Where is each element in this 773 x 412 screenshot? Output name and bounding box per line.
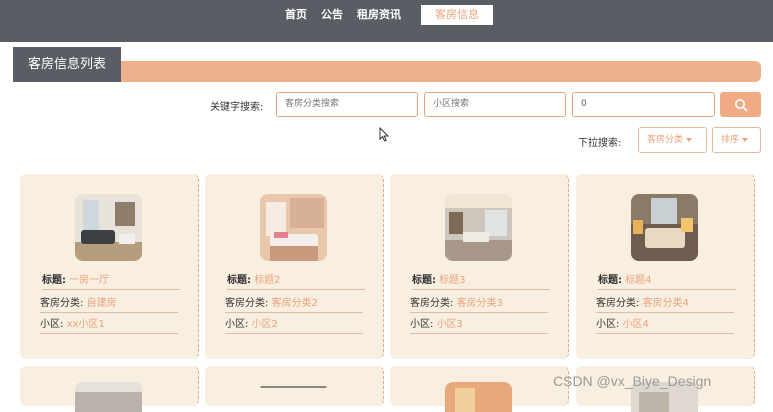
- card-category-line: 客房分类: 客房分类2: [225, 296, 363, 313]
- card-title-line: 标题: 一房一厅: [42, 273, 180, 290]
- room-image[interactable]: [75, 382, 142, 412]
- card-community: xx小区1: [66, 319, 105, 330]
- card-title: 标题2: [254, 275, 281, 286]
- card-community: 小区4: [622, 319, 649, 330]
- card-title: 一房一厅: [69, 275, 110, 286]
- watermark: CSDN @vx_Biye_Design: [553, 373, 712, 389]
- category-dropdown-label: 客房分类: [647, 135, 684, 145]
- nav-item-room-info[interactable]: 客房信息: [421, 5, 493, 25]
- sort-dropdown[interactable]: 排序: [712, 127, 761, 153]
- room-card[interactable]: 标题: 标题4 客房分类: 客房分类4 小区: 小区4: [576, 174, 755, 359]
- room-card[interactable]: 标题: 一房一厅 客房分类: 自建房 小区: xx小区1: [20, 174, 199, 359]
- title-decor-bar: [121, 61, 761, 82]
- room-image[interactable]: [631, 194, 698, 261]
- card-category-line: 客房分类: 自建房: [40, 296, 178, 313]
- nav-item-notice[interactable]: 公告: [321, 5, 343, 25]
- room-card[interactable]: 标题: 标题3 客房分类: 客房分类3 小区: 小区3: [390, 174, 569, 359]
- card-category: 客房分类2: [271, 298, 318, 309]
- category-search-input[interactable]: 客房分类搜索: [276, 92, 418, 117]
- room-card[interactable]: [205, 366, 384, 406]
- room-image[interactable]: [445, 382, 512, 412]
- card-title: 标题3: [439, 275, 466, 286]
- room-image[interactable]: [445, 194, 512, 261]
- card-title-line: 标题: 标题4: [598, 273, 736, 290]
- card-category-line: 客房分类: 客房分类3: [410, 296, 548, 313]
- card-community-line: 小区: 小区4: [596, 317, 734, 334]
- third-search-input[interactable]: 0: [572, 92, 715, 117]
- mouse-cursor-icon: [379, 127, 390, 142]
- page-title: 客房信息列表: [13, 47, 121, 82]
- room-image[interactable]: [260, 382, 327, 412]
- caret-down-icon: [686, 137, 693, 142]
- card-community-line: 小区: xx小区1: [40, 317, 178, 334]
- nav-item-home[interactable]: 首页: [285, 5, 307, 25]
- room-image[interactable]: [75, 194, 142, 261]
- card-category: 客房分类4: [642, 298, 689, 309]
- search-button[interactable]: [720, 92, 761, 117]
- community-search-input[interactable]: 小区搜索: [424, 92, 566, 117]
- card-title-line: 标题: 标题3: [412, 273, 550, 290]
- category-dropdown[interactable]: 客房分类: [638, 127, 707, 153]
- card-community: 小区2: [251, 319, 278, 330]
- nav-item-rental-news[interactable]: 租房资讯: [357, 5, 401, 25]
- card-community-line: 小区: 小区3: [410, 317, 548, 334]
- keyword-search-label: 关键字搜索:: [210, 102, 264, 113]
- room-card[interactable]: 标题: 标题2 客房分类: 客房分类2 小区: 小区2: [205, 174, 384, 359]
- card-community-line: 小区: 小区2: [225, 317, 363, 334]
- card-title: 标题4: [625, 275, 652, 286]
- sort-dropdown-label: 排序: [721, 135, 740, 145]
- card-category: 自建房: [86, 298, 117, 309]
- card-title-line: 标题: 标题2: [227, 273, 365, 290]
- room-card[interactable]: [390, 366, 569, 412]
- caret-down-icon: [742, 137, 749, 142]
- room-card[interactable]: [20, 366, 199, 412]
- card-community: 小区3: [436, 319, 463, 330]
- nav-menu: 首页 公告 租房资讯 客房信息: [285, 5, 507, 25]
- card-category: 客房分类3: [456, 298, 503, 309]
- dropdown-search-label: 下拉搜索:: [578, 138, 622, 149]
- search-icon: [734, 98, 747, 111]
- card-category-line: 客房分类: 客房分类4: [596, 296, 734, 313]
- room-image[interactable]: [260, 194, 327, 261]
- top-navbar: 首页 公告 租房资讯 客房信息: [0, 0, 773, 42]
